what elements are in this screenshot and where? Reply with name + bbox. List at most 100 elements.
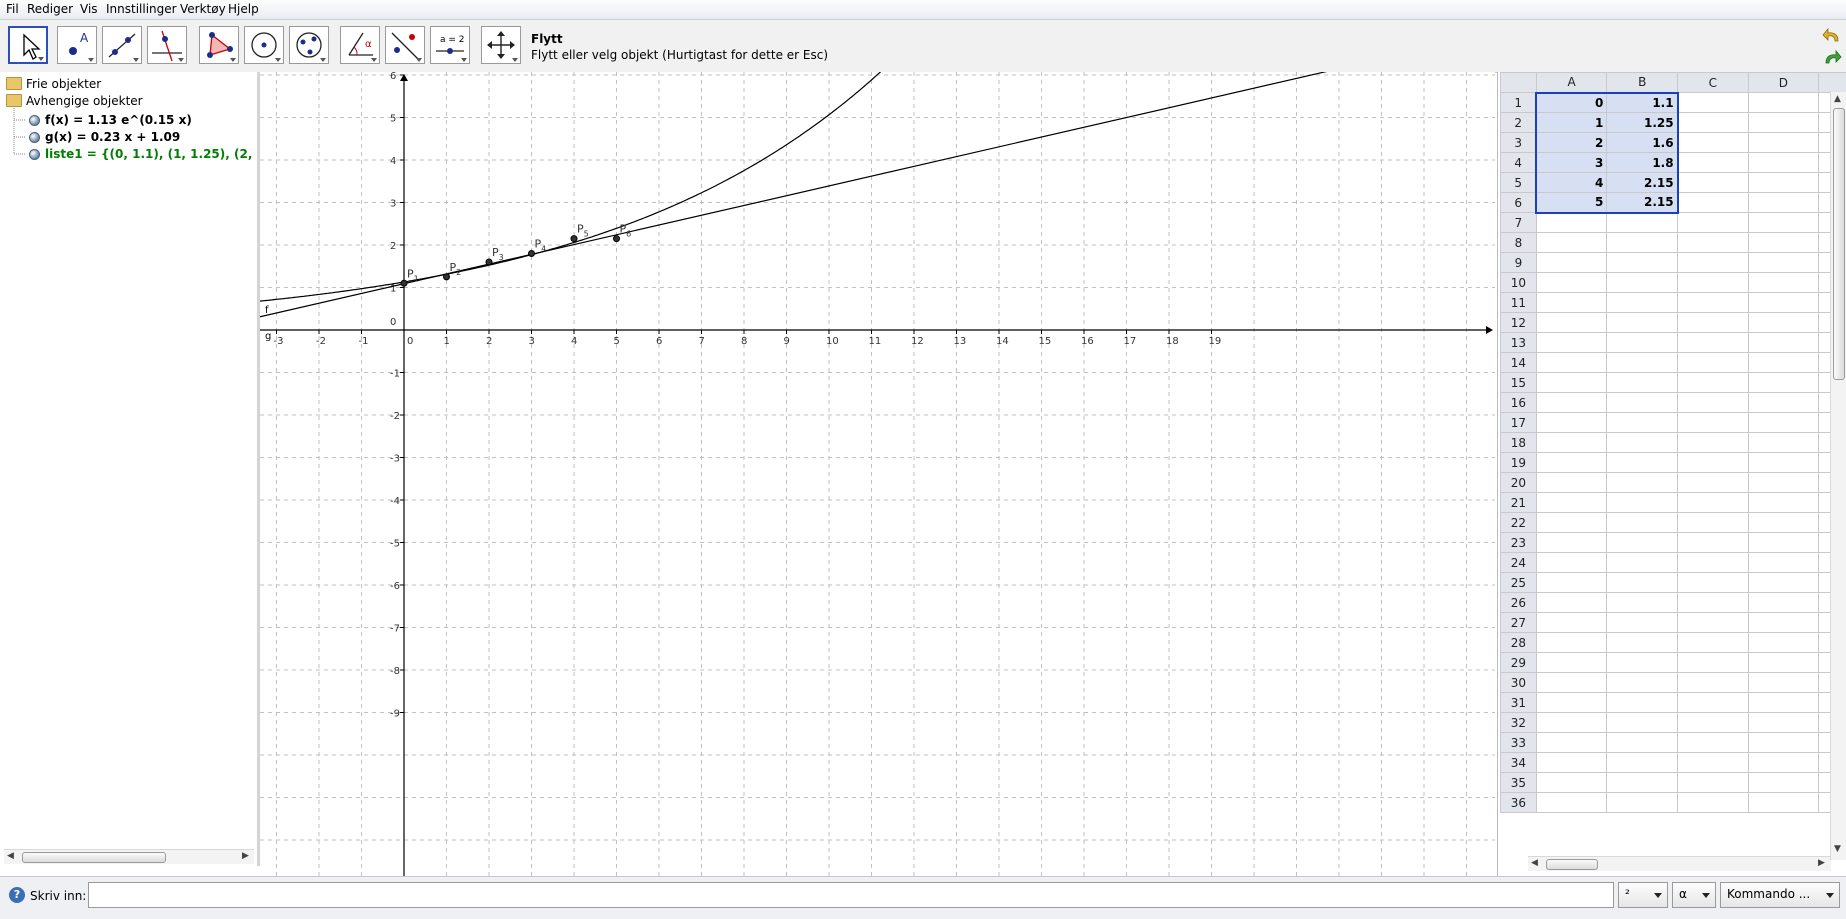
scroll-right-icon[interactable]: ▶: [1818, 858, 1825, 868]
spreadsheet-cell[interactable]: [1678, 353, 1749, 373]
spreadsheet-cell[interactable]: [1748, 93, 1819, 113]
column-header[interactable]: D: [1748, 73, 1819, 93]
line-tool-button[interactable]: [102, 26, 142, 64]
spreadsheet-cell[interactable]: [1607, 293, 1678, 313]
spreadsheet-cell[interactable]: [1536, 353, 1607, 373]
spreadsheet-cell[interactable]: [1536, 393, 1607, 413]
spreadsheet-cell[interactable]: [1748, 353, 1819, 373]
spreadsheet-cell[interactable]: [1678, 193, 1749, 213]
spreadsheet-cell[interactable]: [1607, 653, 1678, 673]
algebra-horizontal-scrollbar[interactable]: ◀ ▶: [4, 849, 254, 864]
spreadsheet-cell[interactable]: [1748, 573, 1819, 593]
spreadsheet-cell[interactable]: [1536, 653, 1607, 673]
row-header[interactable]: 24: [1501, 553, 1537, 573]
spreadsheet-cell[interactable]: [1748, 773, 1819, 793]
spreadsheet-cell[interactable]: 1.6: [1607, 133, 1678, 153]
spreadsheet-cell[interactable]: [1678, 93, 1749, 113]
spreadsheet-cell[interactable]: [1678, 373, 1749, 393]
spreadsheet-cell[interactable]: [1536, 493, 1607, 513]
visibility-toggle-icon[interactable]: [29, 149, 40, 160]
spreadsheet-cell[interactable]: [1748, 373, 1819, 393]
spreadsheet-cell[interactable]: [1748, 673, 1819, 693]
row-header[interactable]: 15: [1501, 373, 1537, 393]
row-header[interactable]: 35: [1501, 773, 1537, 793]
spreadsheet-cell[interactable]: [1678, 613, 1749, 633]
spreadsheet-cell[interactable]: [1748, 273, 1819, 293]
spreadsheet-cell[interactable]: [1748, 313, 1819, 333]
spreadsheet-cell[interactable]: [1678, 513, 1749, 533]
spreadsheet-cell[interactable]: [1678, 113, 1749, 133]
move-tool-button[interactable]: [8, 26, 48, 64]
spreadsheet-cell[interactable]: [1748, 733, 1819, 753]
spreadsheet-cell[interactable]: [1536, 533, 1607, 553]
spreadsheet-cell[interactable]: [1607, 453, 1678, 473]
greek-letter-combo[interactable]: α: [1672, 882, 1716, 908]
spreadsheet-cell[interactable]: [1678, 673, 1749, 693]
menu-tools[interactable]: Verktøy: [180, 2, 226, 16]
spreadsheet-cell[interactable]: [1536, 453, 1607, 473]
row-header[interactable]: 21: [1501, 493, 1537, 513]
spreadsheet-cell[interactable]: [1536, 233, 1607, 253]
spreadsheet-cell[interactable]: [1678, 393, 1749, 413]
row-header[interactable]: 3: [1501, 133, 1537, 153]
perpendicular-line-tool-button[interactable]: [147, 26, 187, 64]
row-header[interactable]: 17: [1501, 413, 1537, 433]
row-header[interactable]: 27: [1501, 613, 1537, 633]
spreadsheet-cell[interactable]: [1536, 713, 1607, 733]
spreadsheet-cell[interactable]: [1536, 293, 1607, 313]
spreadsheet-cell[interactable]: 3: [1536, 153, 1607, 173]
spreadsheet-horizontal-scrollbar[interactable]: ◀ ▶: [1528, 856, 1831, 871]
spreadsheet-cell[interactable]: [1748, 153, 1819, 173]
spreadsheet-cell[interactable]: [1748, 293, 1819, 313]
row-header[interactable]: 36: [1501, 793, 1537, 813]
scroll-left-icon[interactable]: ◀: [7, 851, 14, 861]
spreadsheet-cell[interactable]: [1678, 273, 1749, 293]
spreadsheet-cell[interactable]: [1678, 633, 1749, 653]
row-header[interactable]: 18: [1501, 433, 1537, 453]
spreadsheet-cell[interactable]: [1678, 773, 1749, 793]
column-header[interactable]: A: [1536, 73, 1607, 93]
spreadsheet-cell[interactable]: [1607, 493, 1678, 513]
scroll-thumb[interactable]: [22, 852, 166, 863]
spreadsheet-cell[interactable]: [1607, 213, 1678, 233]
spreadsheet-cell[interactable]: [1678, 313, 1749, 333]
spreadsheet-cell[interactable]: [1607, 253, 1678, 273]
row-header[interactable]: 26: [1501, 593, 1537, 613]
spreadsheet-cell[interactable]: [1678, 213, 1749, 233]
menu-view[interactable]: Vis: [80, 2, 98, 16]
spreadsheet-cell[interactable]: [1536, 553, 1607, 573]
spreadsheet-cell[interactable]: [1607, 333, 1678, 353]
spreadsheet-cell[interactable]: [1748, 533, 1819, 553]
row-header[interactable]: 5: [1501, 173, 1537, 193]
spreadsheet-cell[interactable]: [1536, 613, 1607, 633]
spreadsheet-cell[interactable]: [1607, 273, 1678, 293]
spreadsheet-cell[interactable]: [1536, 273, 1607, 293]
menu-file[interactable]: Fil: [6, 2, 19, 16]
spreadsheet-cell[interactable]: [1748, 413, 1819, 433]
column-header[interactable]: B: [1607, 73, 1678, 93]
row-header[interactable]: 9: [1501, 253, 1537, 273]
column-header[interactable]: C: [1678, 73, 1749, 93]
graph-canvas[interactable]: -4-3-2-101234567891011121314151617181965…: [260, 72, 1495, 876]
spreadsheet-cell[interactable]: [1748, 253, 1819, 273]
spreadsheet-cell[interactable]: [1607, 713, 1678, 733]
spreadsheet-cell[interactable]: [1748, 593, 1819, 613]
row-header[interactable]: 13: [1501, 333, 1537, 353]
spreadsheet-cell[interactable]: [1678, 233, 1749, 253]
angle-tool-button[interactable]: α: [340, 26, 380, 64]
spreadsheet-cell[interactable]: [1607, 533, 1678, 553]
spreadsheet-cell[interactable]: [1748, 653, 1819, 673]
menu-settings[interactable]: Innstillinger: [106, 2, 177, 16]
visibility-toggle-icon[interactable]: [29, 115, 40, 126]
spreadsheet-cell[interactable]: [1678, 433, 1749, 453]
dependent-objects-folder[interactable]: Avhengige objekter: [26, 94, 143, 108]
spreadsheet-cell[interactable]: [1607, 633, 1678, 653]
visibility-toggle-icon[interactable]: [29, 132, 40, 143]
algebra-item-g[interactable]: g(x) = 0.23 x + 1.09: [45, 130, 180, 144]
spreadsheet-cell[interactable]: [1678, 553, 1749, 573]
spreadsheet-cell[interactable]: [1678, 153, 1749, 173]
spreadsheet-cell[interactable]: 1.8: [1607, 153, 1678, 173]
spreadsheet-cell[interactable]: 5: [1536, 193, 1607, 213]
spreadsheet-cell[interactable]: [1678, 533, 1749, 553]
spreadsheet-cell[interactable]: [1536, 673, 1607, 693]
